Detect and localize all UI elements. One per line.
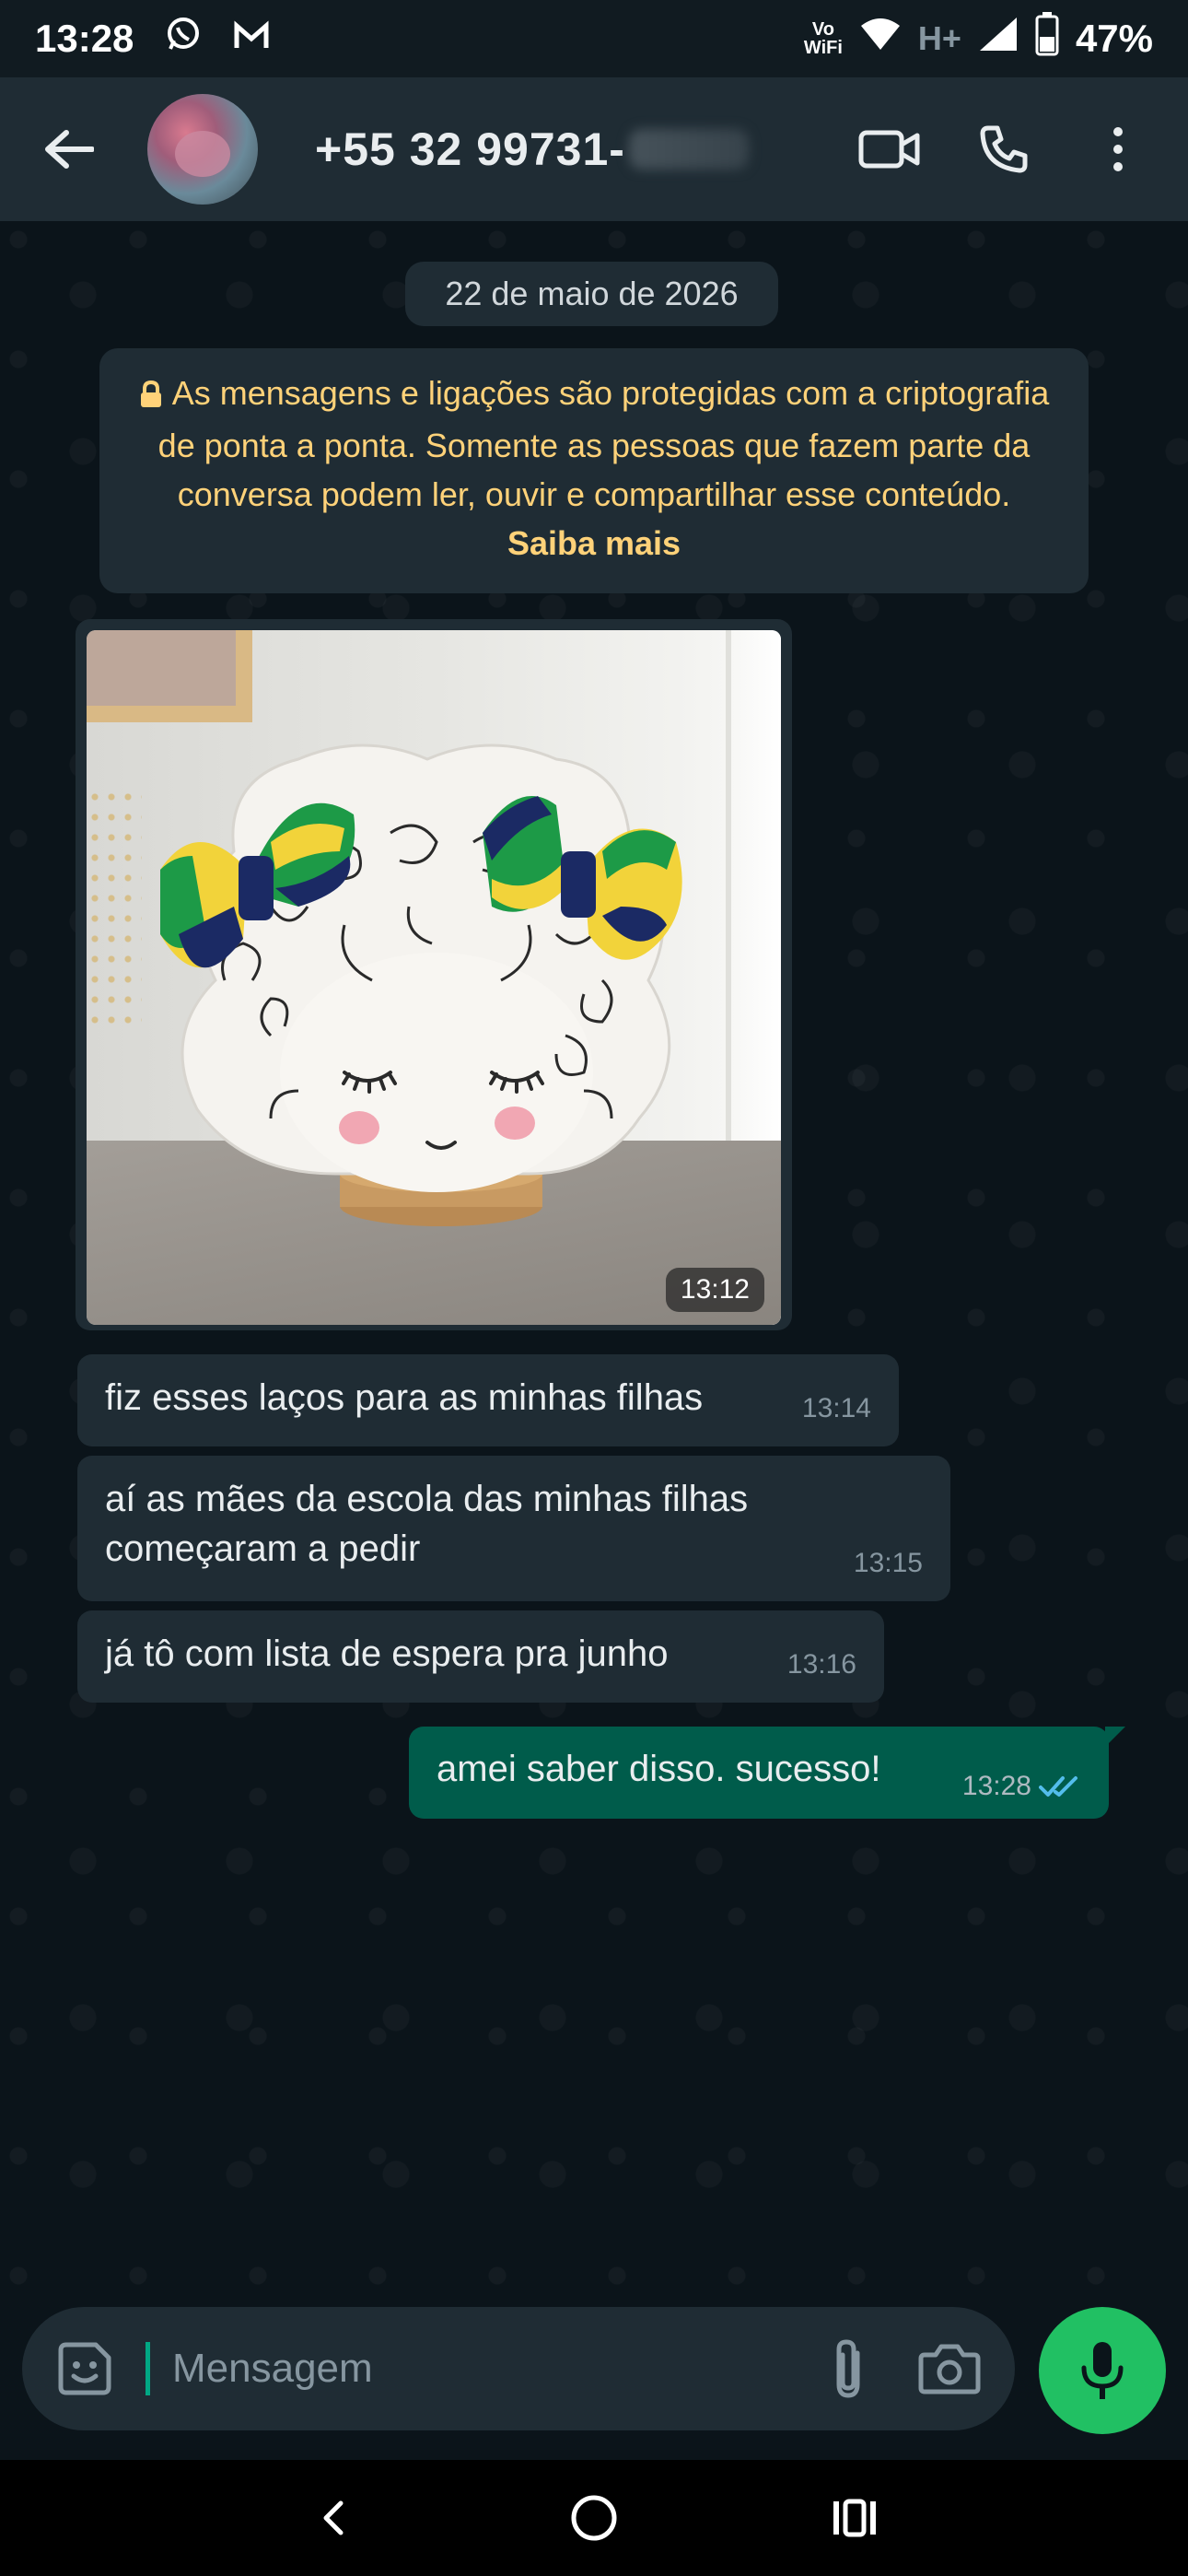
more-options-icon [1113, 127, 1123, 171]
battery-icon [1035, 12, 1059, 65]
paperclip-icon [836, 2339, 860, 2398]
message-text: aí as mães da escola das minhas filhas c… [105, 1479, 749, 1569]
more-options-button[interactable] [1085, 116, 1151, 182]
message-input[interactable] [172, 2346, 816, 2392]
voice-message-button[interactable] [1039, 2307, 1166, 2434]
whatsapp-icon [165, 16, 202, 62]
girl-head-illustration [160, 744, 682, 1226]
nav-back-icon [323, 2500, 344, 2535]
message-text: amei saber disso. sucesso! [437, 1749, 881, 1789]
battery-percent: 47% [1075, 17, 1153, 60]
network-type: H+ [917, 19, 961, 57]
message-text: já tô com lista de espera pra junho [105, 1633, 669, 1674]
learn-more-link[interactable]: Saiba mais [507, 524, 681, 562]
sticker-button[interactable] [55, 2339, 114, 2398]
gmail-icon [233, 17, 270, 61]
message-composer [22, 2307, 1015, 2430]
back-button[interactable] [37, 117, 101, 181]
vowifi-indicator: Vo WiFi [803, 19, 843, 58]
nav-recents-icon [833, 2499, 877, 2537]
bubble-tail [1105, 1727, 1125, 1747]
message-time: 13:16 [786, 1649, 856, 1680]
message-time: 13:28 [961, 1771, 1031, 1801]
read-ticks-icon [1039, 1776, 1077, 1797]
incoming-message[interactable]: fiz esses laços para as minhas filhas 13… [77, 1354, 899, 1446]
camera-button[interactable] [917, 2336, 982, 2401]
chat-area[interactable]: 22 de maio de 2026 As mensagens e ligaçõ… [0, 221, 1188, 2300]
contact-name[interactable]: +55 32 99731- [315, 123, 749, 176]
redacted-digits [628, 129, 749, 170]
voice-call-icon [980, 125, 1028, 173]
image-timestamp: 13:12 [665, 1268, 764, 1312]
sticker-icon [58, 2342, 111, 2395]
message-time: 13:15 [853, 1548, 923, 1578]
image-message[interactable]: 13:12 [76, 619, 792, 1330]
wifi-icon [859, 17, 902, 61]
status-time: 13:28 [35, 17, 134, 60]
date-chip: 22 de maio de 2026 [405, 262, 778, 326]
voice-call-button[interactable] [971, 116, 1037, 182]
incoming-message[interactable]: aí as mães da escola das minhas filhas c… [77, 1456, 950, 1601]
outgoing-message[interactable]: amei saber disso. sucesso! 13:28 [409, 1727, 1125, 1819]
nav-home-icon [571, 2495, 617, 2541]
incoming-message[interactable]: já tô com lista de espera pra junho 13:1… [77, 1610, 884, 1703]
attach-button[interactable] [816, 2336, 880, 2401]
signal-icon [978, 16, 1019, 62]
nav-back-button[interactable] [297, 2481, 370, 2555]
camera-icon [918, 2344, 981, 2395]
nav-recents-button[interactable] [818, 2481, 891, 2555]
back-arrow-icon [45, 130, 94, 169]
encryption-notice[interactable]: As mensagens e ligações são protegidas c… [99, 348, 1089, 593]
system-navigation-bar [0, 2460, 1188, 2576]
encryption-text: As mensagens e ligações são protegidas c… [157, 374, 1050, 513]
contact-name-text: +55 32 99731- [315, 123, 625, 175]
chat-header: +55 32 99731- [0, 77, 1188, 221]
crochet-bows-photo[interactable]: 13:12 [87, 630, 781, 1325]
nav-home-button[interactable] [557, 2481, 631, 2555]
status-bar: 13:28 Vo WiFi H+ 47% [0, 0, 1188, 77]
video-call-button[interactable] [856, 116, 923, 182]
avatar[interactable] [147, 94, 258, 205]
video-call-icon [858, 130, 920, 169]
lock-icon [139, 372, 163, 421]
message-time: 13:14 [801, 1393, 871, 1423]
message-text: fiz esses laços para as minhas filhas [105, 1377, 704, 1418]
microphone-icon [1081, 2342, 1124, 2399]
text-caret [146, 2342, 150, 2395]
